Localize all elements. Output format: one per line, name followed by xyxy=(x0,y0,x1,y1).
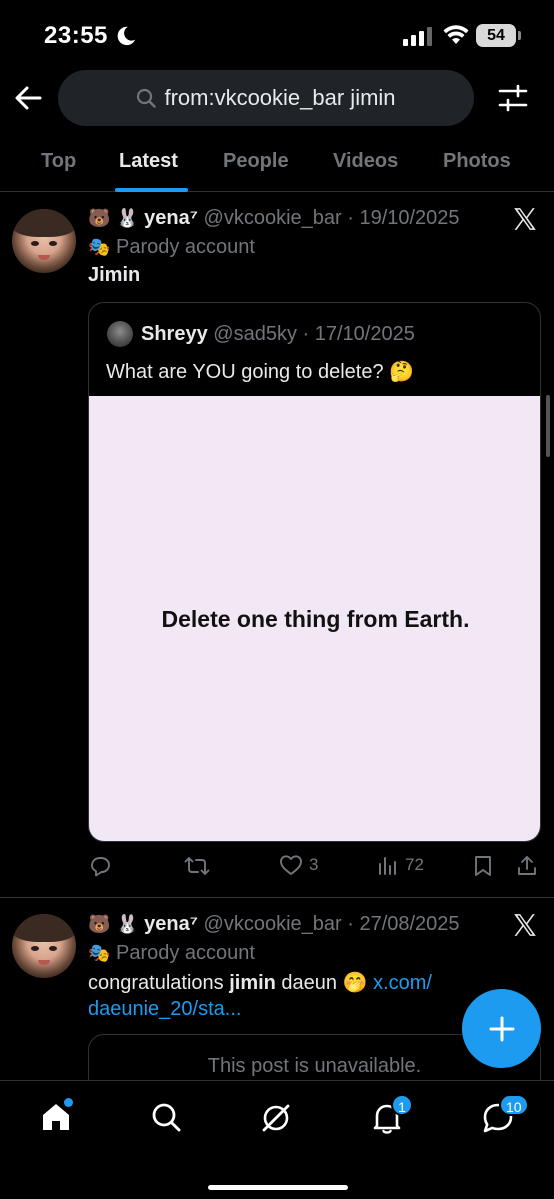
home-unread-dot xyxy=(64,1098,73,1107)
nav-search[interactable] xyxy=(150,1101,182,1133)
quoted-avatar[interactable] xyxy=(107,321,133,347)
nav-messages[interactable]: 10 xyxy=(481,1094,529,1135)
nav-home[interactable] xyxy=(40,1098,73,1133)
name-emojis: 🐻 🐰 xyxy=(88,914,139,935)
view-count: 72 xyxy=(405,855,424,874)
post-text: congratulations jimin daeun 🤭 x.com/ xyxy=(88,972,432,994)
quoted-handle[interactable]: @sad5ky xyxy=(213,323,297,345)
nav-grok[interactable] xyxy=(259,1101,293,1135)
bookmark-button[interactable] xyxy=(472,854,494,878)
name-emojis: 🐻 🐰 xyxy=(88,208,139,229)
plus-icon xyxy=(489,1016,514,1041)
tab-videos[interactable]: Videos xyxy=(333,150,398,173)
battery-indicator: 54 xyxy=(476,24,516,47)
back-arrow-icon[interactable] xyxy=(14,84,44,112)
avatar[interactable] xyxy=(12,209,76,273)
post-header: 🐻 🐰 yena⁷ @vkcookie_bar · 27/08/2025 xyxy=(88,913,460,935)
battery-cap xyxy=(518,31,521,40)
quoted-text: What are YOU going to delete? 🤔 xyxy=(106,361,415,383)
share-button[interactable] xyxy=(515,854,539,878)
parody-mask-icon: 🎭 xyxy=(88,943,111,964)
wifi-icon xyxy=(443,24,469,46)
x-logo-icon xyxy=(512,206,538,232)
bottom-nav: 1 10 xyxy=(0,1080,554,1199)
active-tab-indicator xyxy=(115,188,188,192)
like-count: 3 xyxy=(309,855,319,874)
grok-icon xyxy=(262,1104,290,1132)
bookmark-icon xyxy=(475,856,491,876)
display-name[interactable]: yena⁷ xyxy=(144,207,198,229)
search-nav-icon xyxy=(152,1103,181,1132)
x-logo-icon xyxy=(512,912,538,938)
repost-button[interactable] xyxy=(184,854,210,878)
quoted-date: 17/10/2025 xyxy=(314,323,415,345)
tab-photos[interactable]: Photos xyxy=(443,150,511,173)
quoted-post[interactable]: Shreyy @sad5ky · 17/10/2025 What are YOU… xyxy=(88,302,541,842)
moon-icon xyxy=(115,25,137,47)
display-name[interactable]: yena⁷ xyxy=(144,913,198,935)
share-icon xyxy=(518,856,536,875)
status-bar: 23:55 54 xyxy=(0,0,554,70)
search-input[interactable]: from:vkcookie_bar jimin xyxy=(58,70,474,126)
messages-badge: 10 xyxy=(499,1094,529,1116)
filter-settings-icon[interactable] xyxy=(498,84,528,112)
parody-label: 🎭 Parody account xyxy=(88,942,255,964)
scrollbar[interactable] xyxy=(546,395,550,457)
post-date: 19/10/2025 xyxy=(359,207,460,229)
heart-icon xyxy=(280,855,302,875)
quoted-display-name[interactable]: Shreyy xyxy=(141,323,208,345)
reply-icon xyxy=(91,857,110,877)
like-button[interactable]: 3 xyxy=(279,854,318,876)
home-indicator xyxy=(208,1185,348,1190)
tab-latest[interactable]: Latest xyxy=(119,150,178,173)
views-icon xyxy=(379,857,396,875)
post-divider xyxy=(0,897,554,898)
user-handle[interactable]: @vkcookie_bar xyxy=(204,913,342,935)
parody-mask-icon: 🎭 xyxy=(88,237,111,258)
parody-label: 🎭 Parody account xyxy=(88,236,255,258)
search-icon xyxy=(136,88,157,108)
tab-people[interactable]: People xyxy=(223,150,289,173)
quoted-header: Shreyy @sad5ky · 17/10/2025 xyxy=(141,323,415,345)
post-header: 🐻 🐰 yena⁷ @vkcookie_bar · 19/10/2025 xyxy=(88,207,460,229)
tab-top[interactable]: Top xyxy=(41,150,76,173)
views-button[interactable]: 72 xyxy=(377,854,424,876)
post-actions: 3 72 xyxy=(0,850,554,884)
post-link-continued[interactable]: daeunie_20/sta... xyxy=(88,998,241,1021)
repost-icon xyxy=(184,857,210,875)
post-text: Jimin xyxy=(88,264,141,286)
signal-icon xyxy=(403,26,433,46)
notifications-badge: 1 xyxy=(391,1094,413,1116)
search-tabs: Top Latest People Videos Photos xyxy=(0,140,554,192)
quoted-image-text: Delete one thing from Earth. xyxy=(161,606,470,632)
avatar[interactable] xyxy=(12,914,76,978)
post-link[interactable]: x.com/ xyxy=(373,972,432,994)
search-query: from:vkcookie_bar jimin xyxy=(164,85,396,110)
nav-notifications[interactable]: 1 xyxy=(371,1094,413,1135)
compose-post-button[interactable] xyxy=(462,989,541,1068)
post-date: 27/08/2025 xyxy=(359,913,460,935)
user-handle[interactable]: @vkcookie_bar xyxy=(204,207,342,229)
quoted-image[interactable]: Delete one thing from Earth. xyxy=(89,396,540,841)
reply-button[interactable] xyxy=(88,854,112,878)
status-time: 23:55 xyxy=(44,22,108,49)
